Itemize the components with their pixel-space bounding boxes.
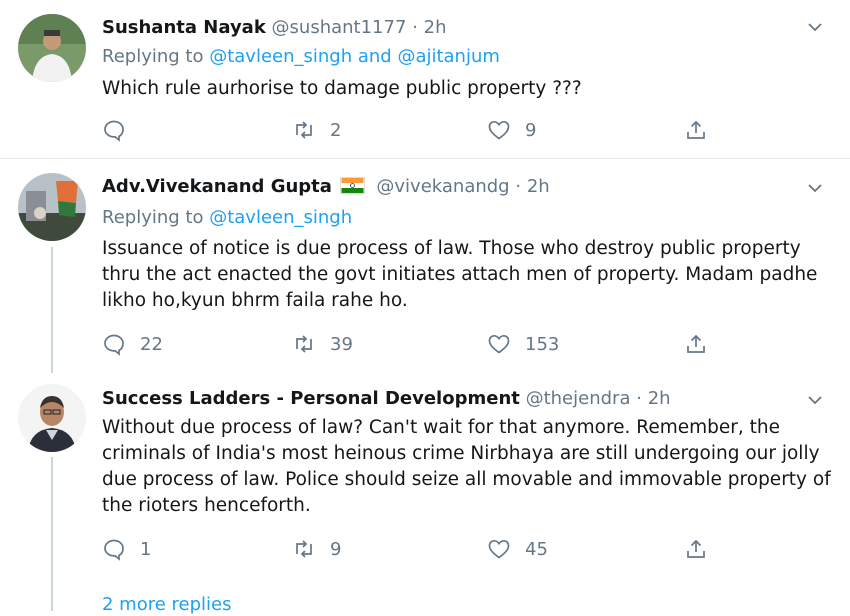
share-button[interactable]	[684, 116, 708, 144]
chevron-down-icon[interactable]	[806, 391, 824, 409]
username[interactable]: @sushant1177	[272, 17, 407, 38]
tweet-text: Issuance of notice is due process of law…	[102, 238, 818, 311]
more-replies-link[interactable]: 2 more replies	[102, 594, 231, 616]
display-name[interactable]: Success Ladders - Personal Development	[102, 388, 520, 409]
thread-line	[51, 247, 53, 373]
tweet[interactable]: Success Ladders - Personal Development @…	[0, 373, 850, 615]
tweet-feed: Sushanta Nayak @sushant1177 · 2h Replyin…	[0, 0, 850, 615]
username[interactable]: @thejendra	[526, 388, 631, 409]
separator-dot: ·	[412, 17, 418, 38]
tweet-actions: 1 9 45	[102, 535, 722, 563]
avatar[interactable]	[18, 173, 86, 241]
share-icon	[687, 334, 705, 353]
mention-link[interactable]: @tavleen_singh	[209, 207, 352, 228]
chevron-down-icon[interactable]	[806, 18, 824, 36]
retweet-count: 39	[330, 333, 353, 355]
reply-icon	[104, 120, 124, 142]
tweet-header: Sushanta Nayak @sushant1177 · 2h	[102, 17, 447, 39]
tweet-header: Success Ladders - Personal Development @…	[102, 388, 671, 410]
share-button[interactable]	[684, 535, 708, 563]
like-count: 153	[525, 333, 560, 355]
india-flag-icon	[339, 177, 365, 194]
tweet-text: Without due process of law? Can't wait f…	[102, 417, 831, 516]
tweet-header: Adv.Vivekanand Gupta @vivekanandg · 2h	[102, 176, 550, 198]
retweet-icon	[296, 540, 312, 558]
tweet-actions: 2 9	[102, 116, 722, 144]
reply-button[interactable]: 1	[102, 535, 151, 563]
replying-and: and	[352, 46, 398, 67]
retweet-icon	[296, 121, 312, 139]
replying-to: Replying to @tavleen_singh	[102, 207, 352, 229]
like-count: 9	[525, 119, 537, 141]
avatar[interactable]	[18, 384, 86, 452]
tweet-actions: 22 39 153	[102, 330, 722, 358]
share-icon	[687, 120, 705, 139]
reply-button[interactable]	[102, 116, 140, 144]
thread-line	[51, 457, 53, 611]
share-button[interactable]	[684, 330, 708, 358]
reply-icon	[104, 334, 124, 356]
heart-icon	[488, 334, 510, 354]
share-icon	[687, 539, 705, 558]
like-button[interactable]: 45	[487, 535, 548, 563]
reply-count: 22	[140, 333, 163, 355]
timestamp[interactable]: 2h	[527, 176, 550, 197]
reply-count: 1	[140, 538, 152, 560]
tweet[interactable]: Sushanta Nayak @sushant1177 · 2h Replyin…	[0, 0, 850, 159]
separator-dot: ·	[636, 388, 642, 409]
retweet-button[interactable]: 2	[292, 116, 341, 144]
retweet-count: 2	[330, 119, 342, 141]
replying-to: Replying to @tavleen_singh and @ajitanju…	[102, 46, 500, 68]
avatar[interactable]	[18, 14, 86, 82]
mention-link[interactable]: @tavleen_singh	[209, 46, 352, 67]
retweet-button[interactable]: 39	[292, 330, 353, 358]
display-name[interactable]: Adv.Vivekanand Gupta	[102, 176, 332, 197]
retweet-count: 9	[330, 538, 342, 560]
like-count: 45	[525, 538, 548, 560]
timestamp[interactable]: 2h	[648, 388, 671, 409]
timestamp[interactable]: 2h	[424, 17, 447, 38]
chevron-down-icon[interactable]	[806, 179, 824, 197]
replying-label: Replying to	[102, 46, 210, 67]
separator-dot: ·	[515, 176, 522, 197]
heart-icon	[488, 120, 510, 140]
heart-icon	[488, 539, 510, 559]
replying-label: Replying to	[102, 207, 210, 228]
reply-button[interactable]: 22	[102, 330, 163, 358]
tweet-text: Which rule aurhorise to damage public pr…	[102, 78, 582, 99]
mention-link[interactable]: @ajitanjum	[397, 46, 499, 67]
like-button[interactable]: 153	[487, 330, 559, 358]
tweet[interactable]: Adv.Vivekanand Gupta @vivekanandg · 2h R…	[0, 159, 850, 373]
username[interactable]: @vivekanandg	[376, 176, 509, 197]
reply-icon	[104, 539, 124, 561]
like-button[interactable]: 9	[487, 116, 536, 144]
display-name[interactable]: Sushanta Nayak	[102, 17, 266, 38]
retweet-icon	[296, 335, 312, 353]
retweet-button[interactable]: 9	[292, 535, 341, 563]
